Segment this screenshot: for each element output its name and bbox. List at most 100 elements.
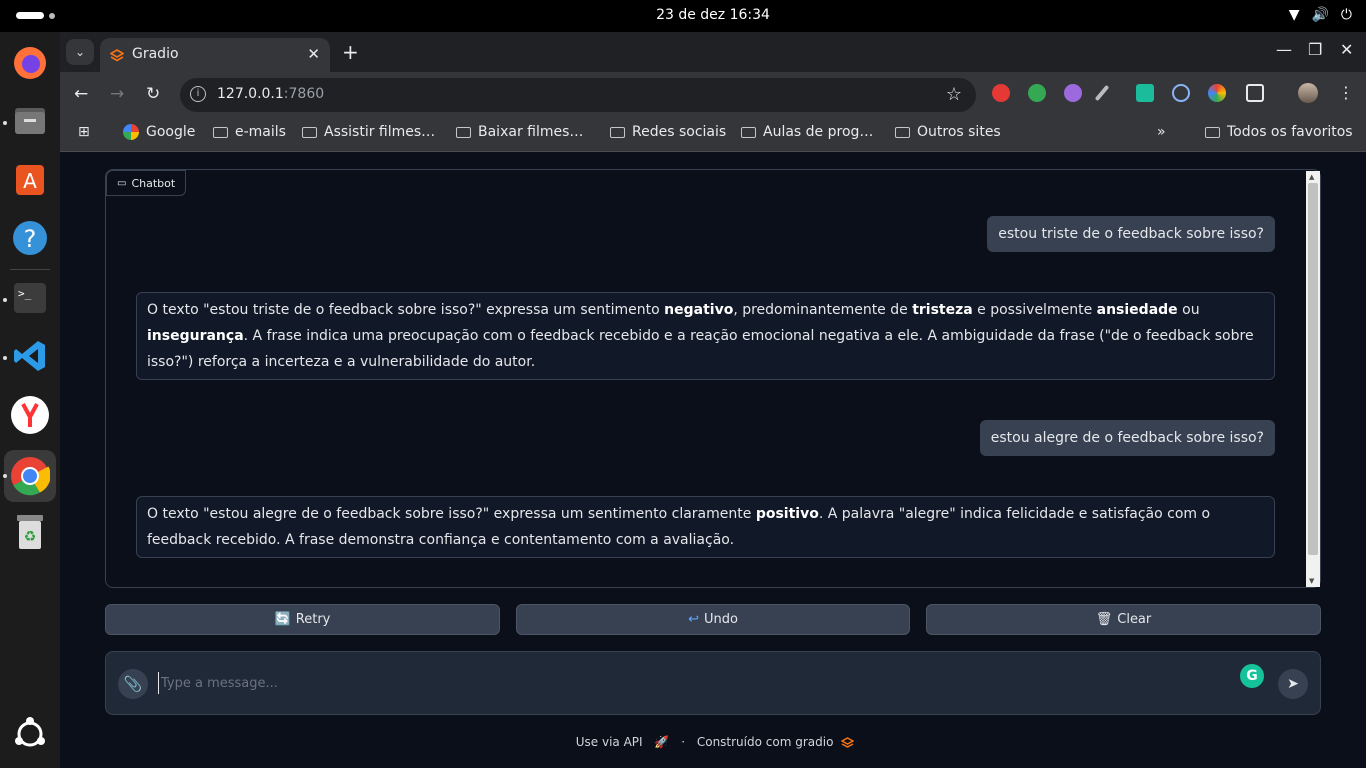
chatbot-panel[interactable]: ▭ Chatbot estou triste de o feedback sob… [105, 169, 1321, 588]
message-input[interactable] [158, 672, 1218, 694]
browser-menu-icon[interactable]: ⋮ [1338, 83, 1354, 102]
tab-gradio[interactable]: Gradio ✕ [100, 38, 330, 72]
gradio-page: ▭ Chatbot estou triste de o feedback sob… [60, 153, 1366, 768]
extension-color-icon[interactable] [1208, 84, 1226, 102]
firefox-icon [14, 47, 46, 79]
user-message[interactable]: estou triste de o feedback sobre isso? [987, 216, 1275, 252]
yandex-browser-icon [11, 396, 49, 434]
wifi-icon[interactable]: ▼ [1289, 7, 1300, 23]
bookmark-label: Google [146, 124, 196, 140]
attach-file-button[interactable]: 📎 [118, 669, 148, 699]
maximize-button[interactable]: ❐ [1308, 40, 1322, 59]
dock-separator [10, 269, 50, 270]
bookmark-folder-assistir[interactable]: Assistir filmes… [302, 124, 435, 140]
help-launcher[interactable]: ? [8, 216, 52, 260]
running-indicator [3, 121, 7, 125]
bookmark-star-icon[interactable]: ☆ [946, 84, 962, 105]
more-bookmarks-icon[interactable]: » [1157, 124, 1166, 140]
scrollbar-thumb[interactable] [1308, 183, 1318, 555]
retry-button[interactable]: 🔄 Retry [105, 604, 500, 635]
ubuntu-logo-icon [15, 717, 45, 747]
page-footer: Use via API 🚀 · Construído com gradio [60, 735, 1366, 749]
reload-button[interactable]: ↻ [146, 84, 160, 104]
minimize-button[interactable]: — [1276, 40, 1292, 59]
chevron-down-icon: ⌄ [74, 45, 86, 59]
help-icon: ? [13, 221, 47, 255]
undo-icon: ↩ [688, 612, 699, 627]
forward-button[interactable]: → [110, 84, 124, 104]
folder-icon [610, 126, 625, 138]
extension-bird-icon[interactable] [1136, 84, 1154, 102]
yandex-launcher[interactable] [8, 393, 52, 437]
grammarly-icon[interactable]: G [1240, 664, 1264, 688]
terminal-launcher[interactable]: >_ [8, 276, 52, 320]
new-tab-button[interactable]: + [342, 40, 359, 64]
url-text[interactable]: 127.0.0.1:7860 [217, 86, 324, 102]
extension-react-icon[interactable] [1172, 84, 1190, 102]
bookmark-folder-baixar[interactable]: Baixar filmes… [456, 124, 583, 140]
bookmark-label: Aulas de prog… [763, 124, 874, 140]
undo-button[interactable]: ↩ Undo [516, 604, 910, 635]
user-message[interactable]: estou alegre de o feedback sobre isso? [979, 420, 1275, 456]
extension-adblock-icon[interactable] [992, 84, 1010, 102]
extension-eyedropper-icon[interactable] [1094, 84, 1110, 102]
scroll-down-icon[interactable]: ▼ [1309, 577, 1314, 585]
svg-text:>_: >_ [18, 287, 32, 300]
chatbot-label-text: Chatbot [131, 176, 176, 190]
extensions-puzzle-icon[interactable] [1246, 84, 1264, 102]
vscode-icon [14, 341, 45, 371]
bookmark-folder-emails[interactable]: e-mails [213, 124, 286, 140]
gradio-favicon-icon [110, 49, 124, 62]
tab-strip: ⌄ Gradio ✕ + — ❐ ✕ [60, 32, 1366, 72]
svg-text:♻: ♻ [24, 529, 37, 545]
back-button[interactable]: ← [74, 84, 88, 104]
bot-message[interactable]: O texto "estou alegre de o feedback sobr… [136, 496, 1275, 558]
use-via-api-link[interactable]: Use via API [576, 735, 643, 749]
show-apps-button[interactable] [8, 712, 52, 756]
system-tray[interactable]: ▼ 🔊 ⏻ [1289, 7, 1352, 23]
apps-grid-icon[interactable]: ⊞ [78, 124, 90, 140]
address-bar[interactable]: i 127.0.0.1:7860 ☆ [180, 78, 976, 112]
chrome-launcher[interactable] [4, 450, 56, 502]
trash-icon: ♻ [17, 515, 43, 549]
site-info-icon[interactable]: i [190, 86, 206, 102]
bookmark-label: Assistir filmes… [324, 124, 436, 140]
all-bookmarks-folder[interactable]: Todos os favoritos [1205, 124, 1353, 140]
folder-icon [895, 126, 910, 138]
paperclip-icon: 📎 [123, 675, 143, 693]
close-tab-icon[interactable]: ✕ [307, 45, 320, 63]
files-launcher[interactable] [8, 99, 52, 143]
retry-label: Retry [295, 612, 331, 627]
firefox-launcher[interactable] [8, 41, 52, 85]
svg-text:A: A [23, 169, 37, 193]
running-indicator [3, 356, 7, 360]
folder-icon [1205, 126, 1220, 138]
clear-button[interactable]: 🗑 Clear [926, 604, 1321, 635]
trash-launcher[interactable]: ♻ [8, 510, 52, 554]
bookmark-google[interactable]: Google [123, 124, 195, 140]
app-center-launcher[interactable]: A [8, 157, 52, 201]
bookmark-folder-aulas[interactable]: Aulas de prog… [741, 124, 873, 140]
send-button[interactable]: ➤ [1278, 669, 1308, 699]
bookmark-folder-redes[interactable]: Redes sociais [610, 124, 726, 140]
volume-icon[interactable]: 🔊 [1311, 7, 1328, 23]
extension-gear-icon[interactable] [1064, 84, 1082, 102]
extension-check-icon[interactable] [1028, 84, 1046, 102]
google-icon [123, 124, 139, 140]
vscode-launcher[interactable] [8, 334, 52, 378]
message-composer: 📎 G ➤ [105, 651, 1321, 715]
scroll-up-icon[interactable]: ▲ [1309, 173, 1314, 181]
send-icon: ➤ [1287, 676, 1299, 692]
folder-icon [741, 126, 756, 138]
chrome-icon [11, 457, 50, 496]
close-window-button[interactable]: ✕ [1340, 40, 1353, 59]
built-with-gradio-link[interactable]: Construído com gradio [697, 735, 834, 749]
bookmark-folder-outros[interactable]: Outros sites [895, 124, 1001, 140]
chat-scrollbar[interactable]: ▲ ▼ [1306, 171, 1320, 587]
bot-message[interactable]: O texto "estou triste de o feedback sobr… [136, 292, 1275, 380]
clock[interactable]: 23 de dez 16:34 [0, 7, 1366, 23]
power-icon[interactable]: ⏻ [1341, 7, 1352, 23]
folder-icon [456, 126, 471, 138]
tab-search-button[interactable]: ⌄ [66, 39, 94, 65]
profile-avatar[interactable] [1298, 83, 1318, 103]
